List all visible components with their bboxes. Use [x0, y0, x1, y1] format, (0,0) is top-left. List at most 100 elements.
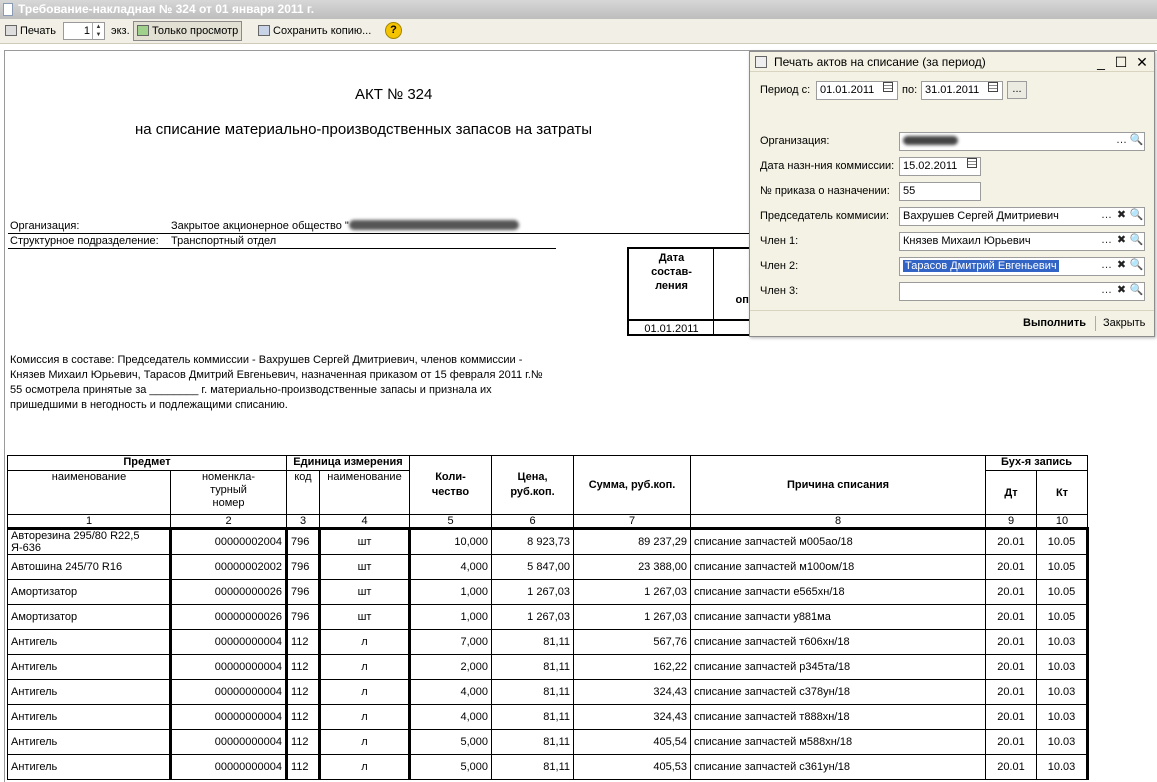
clear-icon[interactable]: ✖ [1114, 258, 1129, 275]
unit-code-cell: 112 [286, 704, 321, 730]
unit-group-header: Единица измерения [286, 455, 410, 471]
date-box: Дата состав- ления К в опе 01.01.2011 [627, 247, 755, 336]
sum-cell: 162,22 [573, 654, 691, 680]
search-icon[interactable]: 🔍 [1129, 133, 1144, 150]
calendar-icon[interactable] [985, 82, 1000, 99]
sum-cell: 1 267,03 [573, 579, 691, 605]
footer-divider [1095, 316, 1096, 331]
nomen-header: номенкла- турный номер [170, 470, 287, 515]
print-button[interactable]: Печать [1, 21, 60, 41]
dialog-title: Печать актов на списание (за период) [774, 55, 986, 69]
chair-label: Председатель коммисии: [760, 210, 890, 222]
unit-name-cell: шт [319, 579, 411, 605]
period-from-label: Период с: [760, 84, 811, 96]
unit-name-cell: шт [319, 604, 411, 630]
select-button[interactable]: … [1114, 133, 1129, 150]
nomen-number-cell: 00000000004 [170, 679, 288, 705]
debit-account-cell: 20.01 [985, 629, 1037, 655]
member3-label: Член 3: [760, 285, 799, 297]
close-icon[interactable]: ✕ [1132, 52, 1152, 72]
copies-unit-label: экз. [111, 25, 130, 37]
quantity-cell: 2,000 [409, 654, 492, 680]
price-cell: 81,11 [491, 654, 574, 680]
maximize-icon[interactable]: ☐ [1111, 52, 1131, 72]
copies-stepper[interactable]: 1 ▲ ▼ [63, 22, 105, 40]
help-icon[interactable]: ? [385, 22, 402, 39]
debit-account-cell: 20.01 [985, 579, 1037, 605]
search-icon[interactable]: 🔍 [1129, 283, 1144, 300]
floppy-disk-icon [258, 25, 270, 36]
unit-code-cell: 796 [286, 554, 321, 580]
minimize-icon[interactable]: _ [1091, 52, 1111, 72]
select-button[interactable]: … [1099, 258, 1114, 275]
period-select-button[interactable]: ... [1007, 81, 1027, 99]
order-field[interactable]: 55 [899, 182, 981, 201]
quantity-cell: 7,000 [409, 629, 492, 655]
member2-value: Тарасов Дмитрий Евгеньевич [903, 260, 1059, 272]
reason-cell: списание запчастей с361ун/18 [690, 754, 986, 780]
sum-cell: 567,76 [573, 629, 691, 655]
org-field[interactable] [899, 132, 1145, 151]
run-button[interactable]: Выполнить [1023, 317, 1086, 329]
price-header: Цена, руб.коп. [491, 455, 574, 515]
col-number: 4 [319, 514, 410, 530]
spin-arrows-icon[interactable]: ▲ ▼ [92, 23, 104, 39]
reason-cell: списание запчасти у881ма [690, 604, 986, 630]
debit-account-cell: 20.01 [985, 528, 1037, 555]
save-copy-button[interactable]: Сохранить копию... [254, 21, 375, 41]
search-icon[interactable]: 🔍 [1129, 208, 1144, 225]
unit-name-cell: л [319, 654, 411, 680]
unit-name-cell: л [319, 679, 411, 705]
col-number: 2 [170, 514, 287, 530]
unit-code-cell: 112 [286, 729, 321, 755]
quantity-cell: 10,000 [409, 528, 492, 555]
quantity-cell: 4,000 [409, 554, 492, 580]
select-button[interactable]: … [1099, 283, 1114, 300]
debit-account-cell: 20.01 [985, 554, 1037, 580]
table-row: Антигель 00000000004 112 л 5,000 81,11 405,54 с… [7, 729, 1089, 755]
calendar-icon[interactable] [964, 158, 979, 175]
reason-cell: списание запчастей т606хн/18 [690, 629, 986, 655]
view-only-label: Только просмотр [152, 25, 239, 37]
calendar-icon[interactable] [880, 82, 895, 99]
clear-icon[interactable]: ✖ [1114, 208, 1129, 225]
view-only-toggle[interactable]: Только просмотр [133, 21, 243, 41]
col-number: 7 [573, 514, 691, 530]
select-button[interactable]: … [1099, 208, 1114, 225]
date-header: Дата состав- ления [651, 252, 692, 292]
reason-header: Причина списания [690, 455, 986, 515]
quantity-cell: 1,000 [409, 579, 492, 605]
debit-account-cell: 20.01 [985, 679, 1037, 705]
print-label: Печать [20, 25, 57, 37]
quantity-cell: 1,000 [409, 604, 492, 630]
select-button[interactable]: … [1099, 233, 1114, 250]
nomen-number-cell: 00000000004 [170, 754, 288, 780]
close-button[interactable]: Закрыть [1103, 317, 1145, 329]
table-row: Антигель 00000000004 112 л 4,000 81,11 324,43 с… [7, 679, 1089, 705]
clear-icon[interactable]: ✖ [1114, 233, 1129, 250]
credit-account-cell: 10.03 [1036, 654, 1089, 680]
unit-name-header: наименование [319, 470, 410, 515]
table-row: Автошина 245/70 R16 00000002002 796 шт 4,000… [7, 554, 1089, 580]
nomen-number-cell: 00000000004 [170, 704, 288, 730]
item-name-cell: Антигель [7, 654, 172, 680]
order-label: № приказа о назначении: [760, 185, 890, 197]
reason-cell: списание запчасти е565хн/18 [690, 579, 986, 605]
dept-underline [8, 248, 556, 249]
sum-cell: 324,43 [573, 704, 691, 730]
dt-header: Дт [985, 470, 1037, 515]
org-value: Закрытое акционерное общество " [171, 220, 519, 232]
unit-code-cell: 112 [286, 654, 321, 680]
debit-account-cell: 20.01 [985, 604, 1037, 630]
debit-account-cell: 20.01 [985, 754, 1037, 780]
quantity-cell: 4,000 [409, 704, 492, 730]
clear-icon[interactable]: ✖ [1114, 283, 1129, 300]
redacted-org-value [903, 136, 958, 145]
col-number: 5 [409, 514, 492, 530]
table-row: Антигель 00000000004 112 л 7,000 81,11 567,76 с… [7, 629, 1089, 655]
account-group-header: Бух-я запись [985, 455, 1088, 471]
name-header: наименование [7, 470, 171, 515]
price-cell: 1 267,03 [491, 579, 574, 605]
search-icon[interactable]: 🔍 [1129, 233, 1144, 250]
search-icon[interactable]: 🔍 [1129, 258, 1144, 275]
